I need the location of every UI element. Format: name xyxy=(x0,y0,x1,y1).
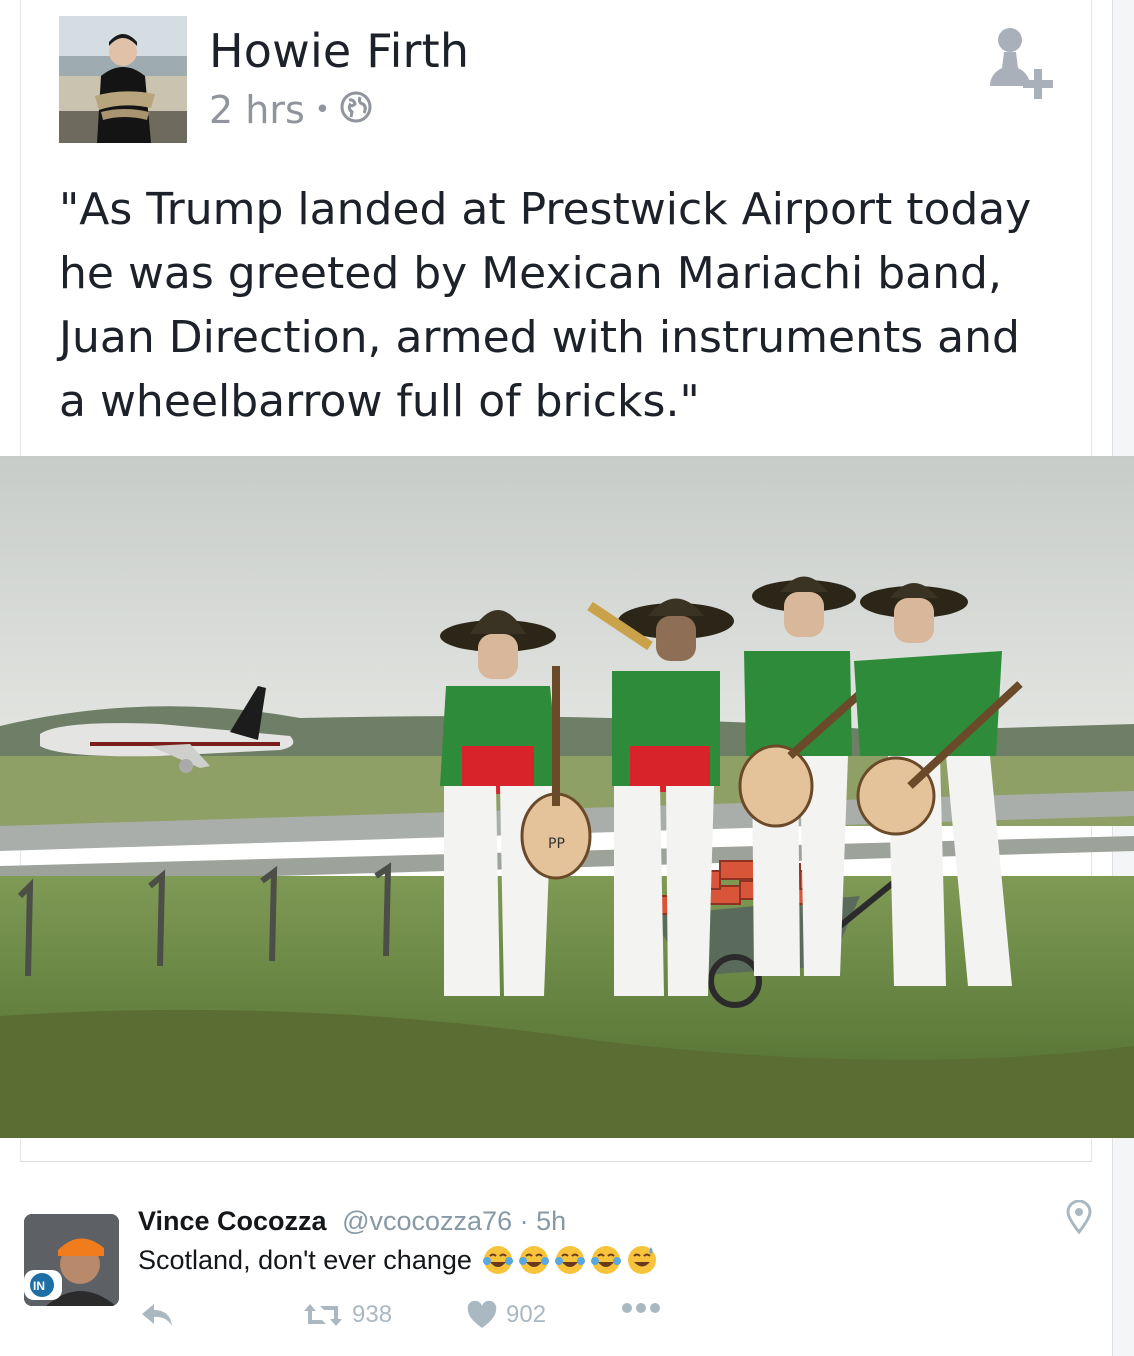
location-pin-icon[interactable] xyxy=(1066,1199,1092,1235)
post-meta: 2 hrs • xyxy=(209,88,372,132)
mariachi-photo: PP xyxy=(0,456,1134,1138)
add-friend-icon[interactable] xyxy=(978,22,1054,104)
heart-icon xyxy=(467,1300,497,1328)
sweat-smile-emoji xyxy=(627,1246,656,1274)
tears-of-joy-emoji xyxy=(554,1246,585,1274)
tweet-text-row: Scotland, don't ever change xyxy=(138,1244,658,1276)
more-icon xyxy=(622,1303,660,1313)
more-button[interactable] xyxy=(620,1300,662,1316)
like-button[interactable]: 902 xyxy=(466,1300,546,1330)
reply-button[interactable] xyxy=(140,1300,176,1330)
tears-of-joy-emoji xyxy=(482,1246,513,1274)
like-count: 902 xyxy=(506,1301,547,1328)
retweet-count: 938 xyxy=(352,1301,393,1328)
tweet-text: Scotland, don't ever change xyxy=(138,1244,472,1275)
tweet-author-name[interactable]: Vince Cocozza xyxy=(138,1206,327,1236)
avatar-badge: IN xyxy=(33,1279,45,1293)
reply-icon xyxy=(142,1304,172,1326)
author-avatar[interactable] xyxy=(59,16,187,143)
post-time[interactable]: 2 hrs xyxy=(209,88,305,132)
tears-of-joy-emoji xyxy=(518,1246,549,1274)
retweet-icon xyxy=(304,1304,342,1326)
guitar-label: PP xyxy=(548,836,565,852)
tweet-handle-time[interactable]: @vcocozza76 · 5h xyxy=(342,1206,566,1236)
author-name[interactable]: Howie Firth xyxy=(209,24,469,78)
tweet-avatar[interactable]: IN xyxy=(24,1214,119,1306)
post-photo[interactable]: PP xyxy=(0,456,1134,1138)
post-text: "As Trump landed at Prestwick Airport to… xyxy=(59,184,1032,427)
retweet-button[interactable]: 938 xyxy=(302,1300,392,1330)
tears-of-joy-emoji xyxy=(590,1246,621,1274)
meta-separator: • xyxy=(314,95,331,125)
tweet-actions: 938 902 xyxy=(140,1300,700,1340)
tweet-author[interactable]: Vince Cocozza @vcocozza76 · 5h xyxy=(138,1206,566,1237)
author-photo xyxy=(59,16,187,143)
globe-icon[interactable] xyxy=(340,88,372,132)
